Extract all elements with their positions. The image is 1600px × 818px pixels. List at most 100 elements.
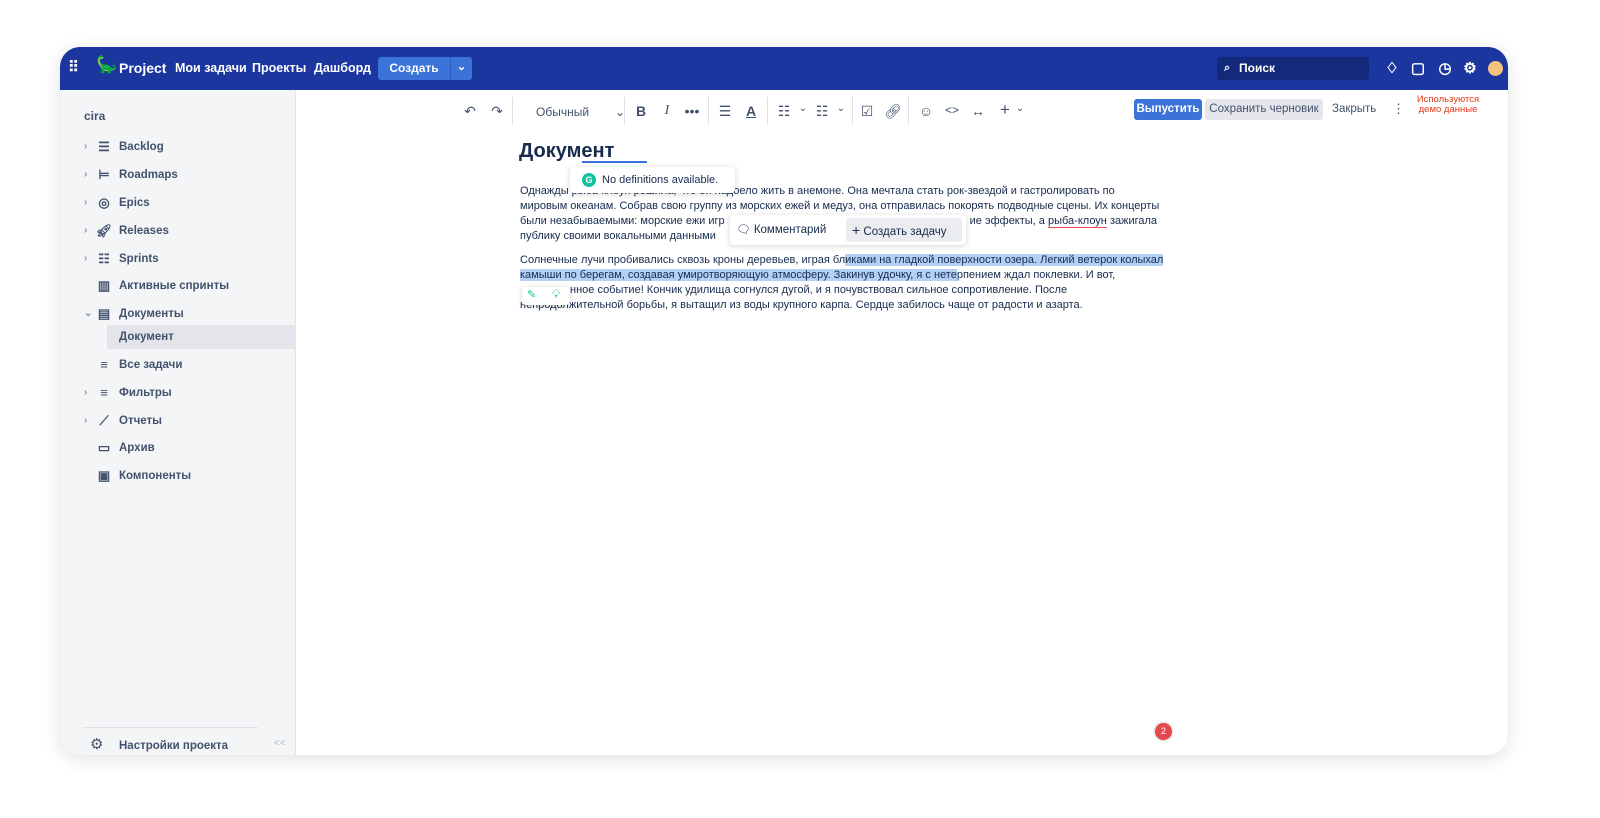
redo-icon[interactable]: ↷ — [487, 103, 507, 120]
sidebar-item-2[interactable]: › ⊨ Roadmaps — [60, 163, 296, 187]
bold-icon[interactable]: B — [631, 103, 651, 119]
text-style-select[interactable]: Обычный ⌄ — [536, 105, 625, 119]
search-icon: ⌕ — [1224, 62, 1231, 74]
app-window: ⠿ 🦕 Project Мои задачи Проекты Дашборд С… — [60, 47, 1508, 755]
definition-tooltip: G No definitions available. — [570, 167, 735, 193]
divider — [908, 97, 909, 125]
archive-icon: ▭ — [97, 440, 111, 455]
create-task-button[interactable]: + Создать задачу — [846, 218, 962, 242]
undo-icon[interactable]: ↶ — [460, 103, 480, 120]
selected-text[interactable]: камыши по берегам, создавая умиротворяющ… — [520, 269, 957, 281]
checkbox-icon[interactable]: ☑ — [857, 103, 877, 120]
emoji-icon[interactable]: ☺ — [916, 103, 936, 119]
sidebar-item-10[interactable]: › ≡ Фильтры — [60, 381, 296, 405]
notifications-icon[interactable]: ♢ — [1383, 59, 1401, 77]
sidebar: cira › ☰ Backlog › ⊨ Roadmaps › ◎ Epics › 🚀︎ Releas… — [60, 90, 296, 755]
chevron-icon[interactable]: › — [84, 135, 87, 159]
target-icon: ◎ — [98, 195, 110, 210]
sidebar-item-7[interactable]: ⌄ ▤ Документы — [60, 302, 296, 326]
history-icon[interactable]: ◷ — [1436, 59, 1454, 77]
avatar[interactable] — [1488, 61, 1503, 76]
numbered-list-icon[interactable]: ☷ — [812, 103, 832, 120]
sidebar-item-5[interactable]: › ☷ Sprints — [60, 247, 296, 271]
title-underline — [582, 161, 647, 163]
sidebar-item-6[interactable]: ▥ Активные спринты — [60, 274, 296, 298]
chevron-down-icon[interactable]: ⌄ — [1010, 103, 1030, 114]
chevron-icon[interactable]: › — [84, 247, 87, 271]
settings-gear-icon: ⚙ — [90, 736, 104, 753]
chevron-icon[interactable]: › — [84, 163, 87, 187]
divider — [624, 97, 625, 125]
save-draft-button[interactable]: Сохранить черновик — [1205, 99, 1323, 120]
components-icon: ▣ — [97, 468, 111, 483]
link-icon[interactable]: 🔗︎ — [883, 103, 903, 120]
sidebar-item-12[interactable]: ▭ Архив — [60, 436, 296, 460]
nav-dashboard[interactable]: Дашборд — [314, 61, 371, 75]
text-color-icon[interactable]: A — [741, 103, 761, 119]
chevron-icon[interactable]: › — [84, 219, 87, 243]
sidebar-item-label: Компоненты — [119, 470, 192, 482]
settings-icon[interactable]: ⚙ — [1461, 59, 1479, 77]
selected-text[interactable]: иками на гладкой поверхности озера. Легк… — [845, 254, 1164, 266]
sidebar-item-3[interactable]: › ◎ Epics — [60, 191, 296, 215]
spelling-error[interactable]: рыба-клоун — [1047, 215, 1107, 228]
logo-icon: 🦕 — [96, 55, 118, 74]
divider — [512, 97, 513, 125]
sidebar-item-label: Отчеты — [119, 415, 162, 427]
grammarly-badge-icon[interactable]: 2 — [1155, 723, 1172, 740]
filter-icon: ≡ — [100, 385, 108, 400]
sidebar-item-9[interactable]: ≡ Все задачи — [60, 353, 296, 377]
more-options-icon[interactable]: ⋮ — [1392, 101, 1405, 117]
board-icon: ▥ — [97, 278, 111, 293]
chevron-icon[interactable]: › — [84, 381, 87, 405]
sidebar-item-8[interactable]: Документ — [107, 325, 295, 349]
create-button[interactable]: Создать — [378, 57, 450, 80]
paragraph-2[interactable]: Солнечные лучи пробивались сквозь кроны … — [520, 253, 1164, 313]
chevron-icon[interactable]: ⌄ — [84, 302, 92, 326]
nav-my-tasks[interactable]: Мои задачи — [175, 61, 247, 75]
lightbulb-icon[interactable]: 💡︎ — [552, 287, 560, 302]
code-icon[interactable]: <> — [942, 103, 962, 117]
sidebar-item-11[interactable]: › ⟋ Отчеты — [60, 409, 296, 433]
sidebar-item-1[interactable]: › ☰ Backlog — [60, 135, 296, 159]
publish-button[interactable]: Выпустить — [1134, 99, 1202, 120]
search-input[interactable]: ⌕ Поиск — [1217, 57, 1369, 80]
bullet-list-icon[interactable]: ☷ — [774, 103, 794, 120]
align-left-icon[interactable]: ☰ — [715, 103, 735, 120]
magic-pen-icon[interactable]: ✎ — [527, 288, 536, 301]
app-switcher-icon[interactable]: ⠿ — [68, 58, 79, 76]
sidebar-item-4[interactable]: › 🚀︎ Releases — [60, 219, 296, 243]
sidebar-item-label: Документы — [119, 308, 184, 320]
page-title[interactable]: Документ — [519, 140, 614, 163]
sidebar-item-label: Все задачи — [119, 359, 183, 371]
backlog-icon: ☰ — [98, 139, 110, 154]
italic-icon[interactable]: I — [657, 103, 677, 119]
close-button[interactable]: Закрыть — [1332, 103, 1376, 115]
expand-width-icon[interactable]: ↔ — [968, 103, 988, 119]
grammarly-icon: G — [582, 173, 596, 187]
chevron-down-icon[interactable]: ⌄ — [831, 103, 851, 114]
create-dropdown-button[interactable]: ⌄ — [450, 57, 472, 80]
sidebar-item-label: Документ — [119, 331, 174, 343]
comment-icon: 🗨︎ — [736, 224, 751, 236]
chevron-icon[interactable]: › — [84, 191, 87, 215]
chevron-icon[interactable]: › — [84, 409, 87, 433]
nav-projects[interactable]: Проекты — [252, 61, 306, 75]
collapse-sidebar-button[interactable]: << — [274, 738, 286, 749]
comment-button[interactable]: 🗨︎ Комментарий — [736, 219, 826, 241]
project-settings-link[interactable]: Настройки проекта — [119, 740, 228, 752]
assistant-icons: ✎ 💡︎ — [522, 287, 570, 305]
sidebar-item-label: Releases — [119, 225, 169, 237]
chevron-down-icon[interactable]: ⌄ — [793, 103, 813, 114]
rocket-icon: 🚀︎ — [95, 223, 113, 238]
definition-text: No definitions available. — [602, 174, 719, 186]
divider — [767, 97, 768, 125]
more-formatting-icon[interactable]: ••• — [682, 103, 702, 119]
top-nav: ⠿ 🦕 Project Мои задачи Проекты Дашборд С… — [60, 47, 1508, 90]
sidebar-item-13[interactable]: ▣ Компоненты — [60, 464, 296, 488]
sidebar-item-label: Архив — [119, 442, 155, 454]
search-placeholder: Поиск — [1239, 61, 1276, 75]
notes-icon[interactable]: ▢ — [1409, 59, 1427, 77]
app-name[interactable]: Project — [119, 60, 166, 76]
divider — [708, 97, 709, 125]
